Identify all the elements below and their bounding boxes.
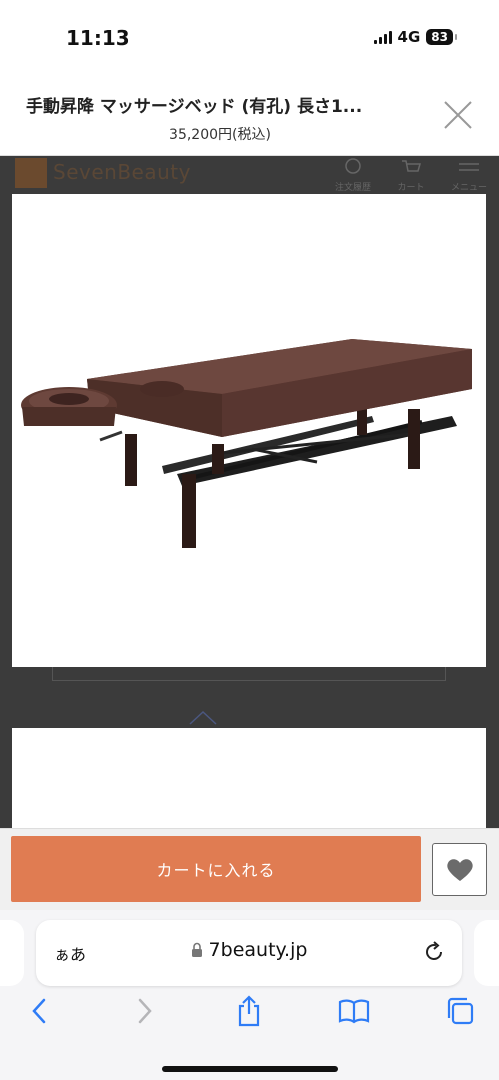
image-frame-edge [52, 667, 446, 681]
add-to-cart-button[interactable]: カートに入れる [11, 836, 421, 902]
chevron-right-icon [138, 998, 152, 1024]
signal-icon [373, 30, 392, 44]
browser-bar: ぁあ 7beauty.jp [0, 910, 499, 1080]
header-menu-label: メニュー [450, 183, 487, 193]
product-title: 手動昇降 マッサージベッド (有孔) 長さ1... [26, 97, 363, 117]
share-icon [238, 995, 260, 1027]
address-bar[interactable]: ぁあ 7beauty.jp [36, 920, 462, 986]
massage-bed-image [21, 339, 472, 548]
back-button[interactable] [22, 994, 56, 1028]
status-time: 11:13 [66, 26, 130, 50]
heart-icon [446, 858, 473, 881]
site-header: SevenBeauty 注文履歴 カート メニュー [0, 156, 499, 193]
close-icon [444, 101, 472, 129]
lock-icon [191, 942, 202, 957]
menu-icon [459, 163, 479, 171]
product-price: 35,200円(税込) [169, 127, 271, 143]
cart-bar: カートに入れる [0, 828, 499, 910]
cube-icon [189, 710, 217, 725]
home-indicator [162, 1066, 338, 1072]
book-icon [338, 999, 370, 1024]
site-logo-text: SevenBeauty [53, 160, 191, 184]
chevron-left-icon [32, 998, 46, 1024]
battery-icon: 83 [426, 29, 457, 45]
status-indicators: 4G 83 [373, 28, 457, 46]
network-label: 4G [397, 28, 421, 46]
tabs-icon [447, 997, 474, 1025]
favorite-button[interactable] [432, 843, 487, 896]
cart-icon [402, 160, 421, 172]
url-text: 7beauty.jp [208, 939, 308, 961]
browser-toolbar [0, 994, 499, 1034]
header-menu[interactable]: メニュー [444, 158, 494, 193]
previous-tab-preview[interactable] [0, 920, 24, 986]
bookmarks-button[interactable] [337, 994, 371, 1028]
header-order-history-label: 注文履歴 [334, 183, 371, 193]
content-card [12, 728, 486, 828]
product-sheet-header: 手動昇降 マッサージベッド (有孔) 長さ1... 35,200円(税込) [0, 72, 499, 156]
forward-button[interactable] [128, 994, 162, 1028]
reload-icon[interactable] [422, 940, 446, 964]
logo-icon [15, 158, 47, 188]
close-button[interactable] [443, 100, 473, 130]
header-cart-label: カート [397, 183, 425, 193]
next-tab-preview[interactable] [474, 920, 499, 986]
header-cart[interactable]: カート [388, 158, 434, 193]
header-order-history[interactable]: 注文履歴 [326, 158, 380, 193]
product-image[interactable] [12, 194, 486, 667]
share-button[interactable] [232, 994, 266, 1028]
clock-icon [345, 158, 361, 174]
status-bar: 11:13 4G 83 [0, 0, 499, 72]
tabs-button[interactable] [443, 994, 477, 1028]
url-display[interactable]: 7beauty.jp [36, 939, 462, 961]
